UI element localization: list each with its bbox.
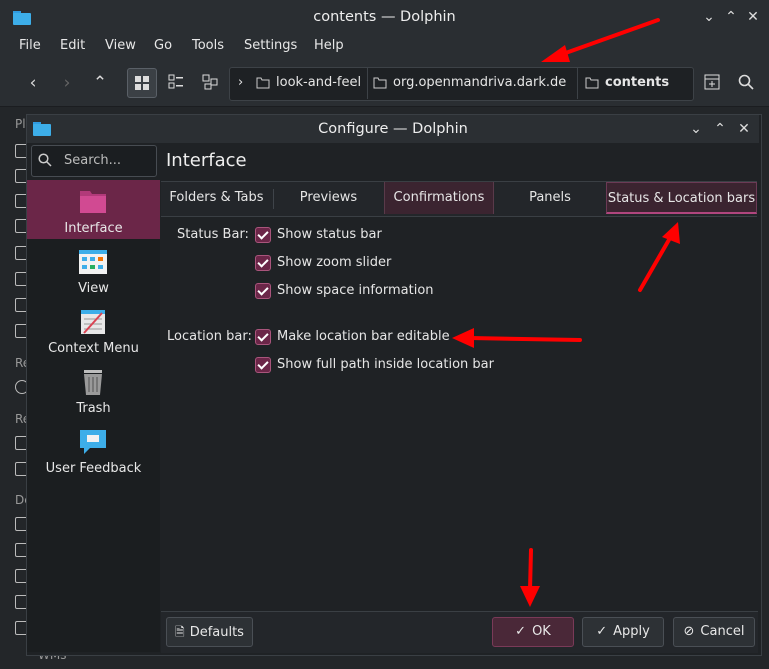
annotation-arrow: [452, 328, 582, 348]
annotation-arrow: [541, 18, 660, 62]
annotation-arrow: [638, 222, 680, 292]
annotation-overlay: [452, 18, 680, 607]
annotation-arrow: [520, 548, 540, 607]
